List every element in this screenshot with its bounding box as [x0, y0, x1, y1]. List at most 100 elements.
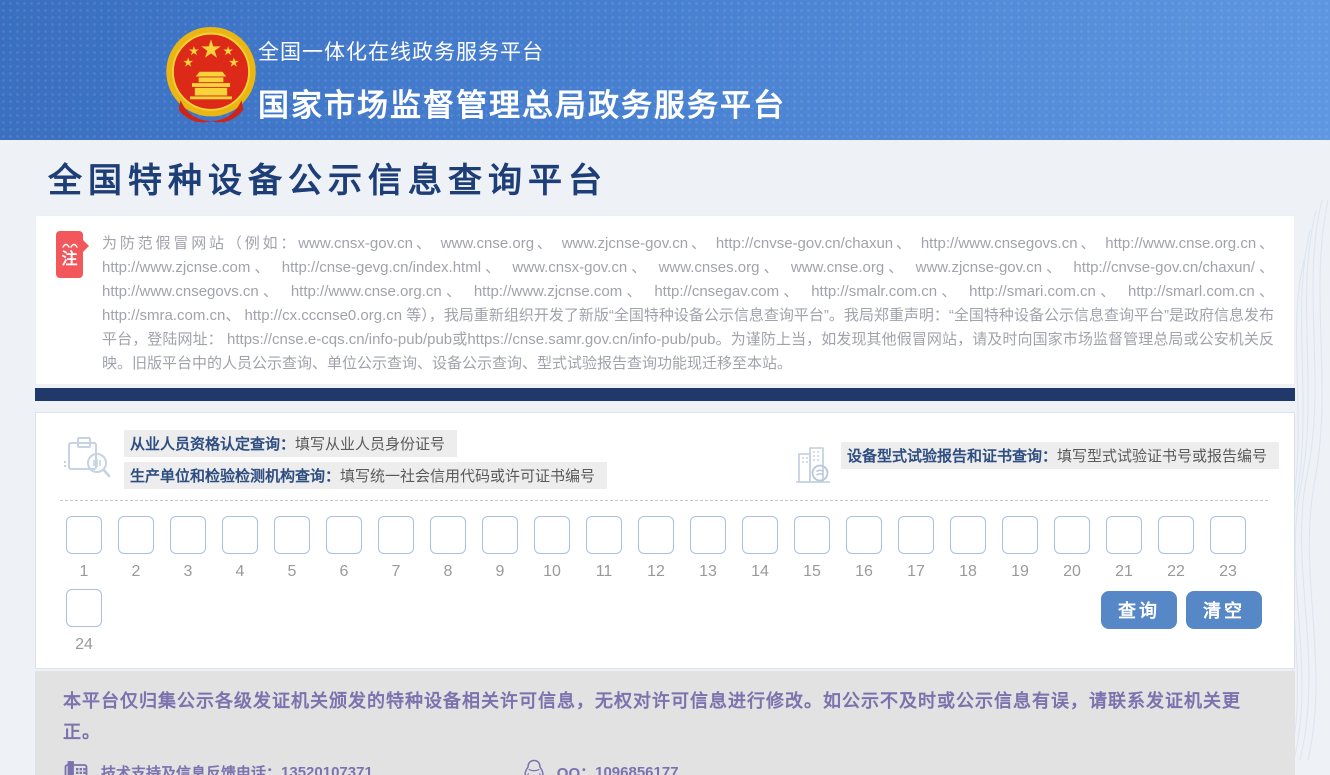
code-cell-number: 15 [803, 563, 821, 581]
code-input-14[interactable] [742, 516, 778, 554]
code-cell: 24 [66, 589, 102, 654]
code-input-1[interactable] [66, 516, 102, 554]
code-input-2[interactable] [118, 516, 154, 554]
right-query-group: 设备型式试验报告和证书查询：填写型式试验证书号或报告编号 [795, 442, 1279, 484]
code-input-5[interactable] [274, 516, 310, 554]
code-cell: 4 [222, 516, 258, 581]
national-platform-subtitle: 全国一体化在线政务服务平台 [258, 36, 786, 66]
main-content: 全国特种设备公示信息查询平台 注 为防范假冒网站（例如：www.cnsx-gov… [0, 153, 1330, 775]
code-input-21[interactable] [1106, 516, 1142, 554]
code-input-4[interactable] [222, 516, 258, 554]
clear-button[interactable]: 清空 [1186, 591, 1262, 629]
code-cell-number: 16 [855, 563, 873, 581]
code-cell-number: 11 [596, 563, 613, 581]
code-cell: 20 [1054, 516, 1090, 581]
query-panel: 从业人员资格认定查询：填写从业人员身份证号 生产单位和检验检测机构查询：填写统一… [35, 412, 1295, 669]
code-input-16[interactable] [846, 516, 882, 554]
code-cell: 15 [794, 516, 830, 581]
code-cell-number: 12 [647, 563, 665, 581]
code-cell-number: 3 [184, 563, 193, 581]
code-input-12[interactable] [638, 516, 674, 554]
type-test-query-hint: 填写型式试验证书号或报告编号 [1057, 448, 1267, 465]
code-input-7[interactable] [378, 516, 414, 554]
disclaimer-text: 本平台仅归集公示各级发证机关颁发的特种设备相关许可信息，无权对许可信息进行修改。… [63, 686, 1267, 748]
person-query-label: 从业人员资格认定查询： [130, 436, 295, 453]
code-input-23[interactable] [1210, 516, 1246, 554]
code-input-9[interactable] [482, 516, 518, 554]
unit-query-hint: 填写统一社会信用代码或许可证书编号 [340, 468, 595, 485]
code-input-15[interactable] [794, 516, 830, 554]
code-cell: 17 [898, 516, 934, 581]
code-cell: 22 [1158, 516, 1194, 581]
code-cell-number: 21 [1115, 563, 1133, 581]
code-cell: 16 [846, 516, 882, 581]
code-input-24[interactable] [66, 589, 102, 627]
code-cell: 7 [378, 516, 414, 581]
code-cell-number: 24 [75, 636, 93, 654]
code-input-19[interactable] [1002, 516, 1038, 554]
code-cell: 9 [482, 516, 518, 581]
contact-row: 技术支持及信息反馈电话：13520107371 QQ：1096856177 [63, 759, 1267, 775]
samr-platform-title: 国家市场监督管理总局政务服务平台 [258, 80, 786, 125]
footer-panel: 本平台仅归集公示各级发证机关颁发的特种设备相关许可信息，无权对许可信息进行修改。… [35, 671, 1295, 775]
code-cell-row2-slot: 24 [66, 589, 102, 654]
code-input-8[interactable] [430, 516, 466, 554]
code-cell: 21 [1106, 516, 1142, 581]
qq-number: 1096856177 [595, 764, 678, 775]
building-search-icon [795, 444, 831, 484]
code-cell: 14 [742, 516, 778, 581]
code-cell-number: 10 [543, 563, 561, 581]
person-query-hint: 填写从业人员身份证号 [295, 436, 445, 453]
code-cell: 11 [586, 516, 622, 581]
code-cell: 8 [430, 516, 466, 581]
note-badge-label: 注 [61, 251, 77, 269]
code-input-17[interactable] [898, 516, 934, 554]
anti-fake-notice-panel: 注 为防范假冒网站（例如：www.cnsx-gov.cn、 www.cnse.o… [35, 215, 1295, 385]
code-cell-number: 9 [496, 563, 505, 581]
smile-face-icon [62, 241, 78, 250]
code-cell: 1 [66, 516, 102, 581]
code-input-11[interactable] [586, 516, 622, 554]
code-input-22[interactable] [1158, 516, 1194, 554]
phone-contact: 技术支持及信息反馈电话：13520107371 [63, 760, 373, 775]
page-title: 全国特种设备公示信息查询平台 [48, 153, 1330, 202]
site-header: 全国一体化在线政务服务平台 国家市场监督管理总局政务服务平台 [0, 0, 1330, 140]
package-search-icon [62, 432, 112, 478]
qq-label: QQ： [557, 762, 595, 775]
code-cells-row1: 1234567891011121314151617181920212223 [36, 501, 1294, 581]
code-input-3[interactable] [170, 516, 206, 554]
code-input-20[interactable] [1054, 516, 1090, 554]
code-input-6[interactable] [326, 516, 362, 554]
code-cell-number: 13 [699, 563, 717, 581]
code-cell-number: 18 [959, 563, 977, 581]
code-cell-number: 1 [80, 563, 89, 581]
code-cell-number: 22 [1167, 563, 1185, 581]
code-cell-number: 7 [392, 563, 401, 581]
note-badge-icon: 注 [56, 231, 83, 278]
left-query-labels: 从业人员资格认定查询：填写从业人员身份证号 生产单位和检验检测机构查询：填写统一… [124, 430, 607, 489]
code-cell-number: 8 [444, 563, 453, 581]
code-cell-number: 19 [1011, 563, 1029, 581]
section-divider-bar [35, 388, 1295, 401]
code-cell-number: 5 [288, 563, 297, 581]
code-input-13[interactable] [690, 516, 726, 554]
unit-query-row: 生产单位和检验检测机构查询：填写统一社会信用代码或许可证书编号 [124, 462, 607, 489]
query-instructions: 从业人员资格认定查询：填写从业人员身份证号 生产单位和检验检测机构查询：填写统一… [36, 413, 1294, 495]
anti-fake-notice-text: 为防范假冒网站（例如：www.cnsx-gov.cn、 www.cnse.org… [102, 232, 1274, 376]
phone-label: 技术支持及信息反馈电话： [101, 762, 281, 775]
code-cell: 23 [1210, 516, 1246, 581]
query-buttons: 查询 清空 [1101, 591, 1262, 629]
code-input-10[interactable] [534, 516, 570, 554]
code-cell: 5 [274, 516, 310, 581]
code-cell: 12 [638, 516, 674, 581]
search-button[interactable]: 查询 [1101, 591, 1177, 629]
code-cell: 6 [326, 516, 362, 581]
code-cell: 3 [170, 516, 206, 581]
code-cell-number: 2 [132, 563, 141, 581]
code-cell: 10 [534, 516, 570, 581]
qq-contact: QQ：1096856177 [523, 759, 679, 775]
qq-penguin-icon [523, 759, 545, 775]
code-cell: 19 [1002, 516, 1038, 581]
unit-query-label: 生产单位和检验检测机构查询： [130, 468, 340, 485]
code-input-18[interactable] [950, 516, 986, 554]
